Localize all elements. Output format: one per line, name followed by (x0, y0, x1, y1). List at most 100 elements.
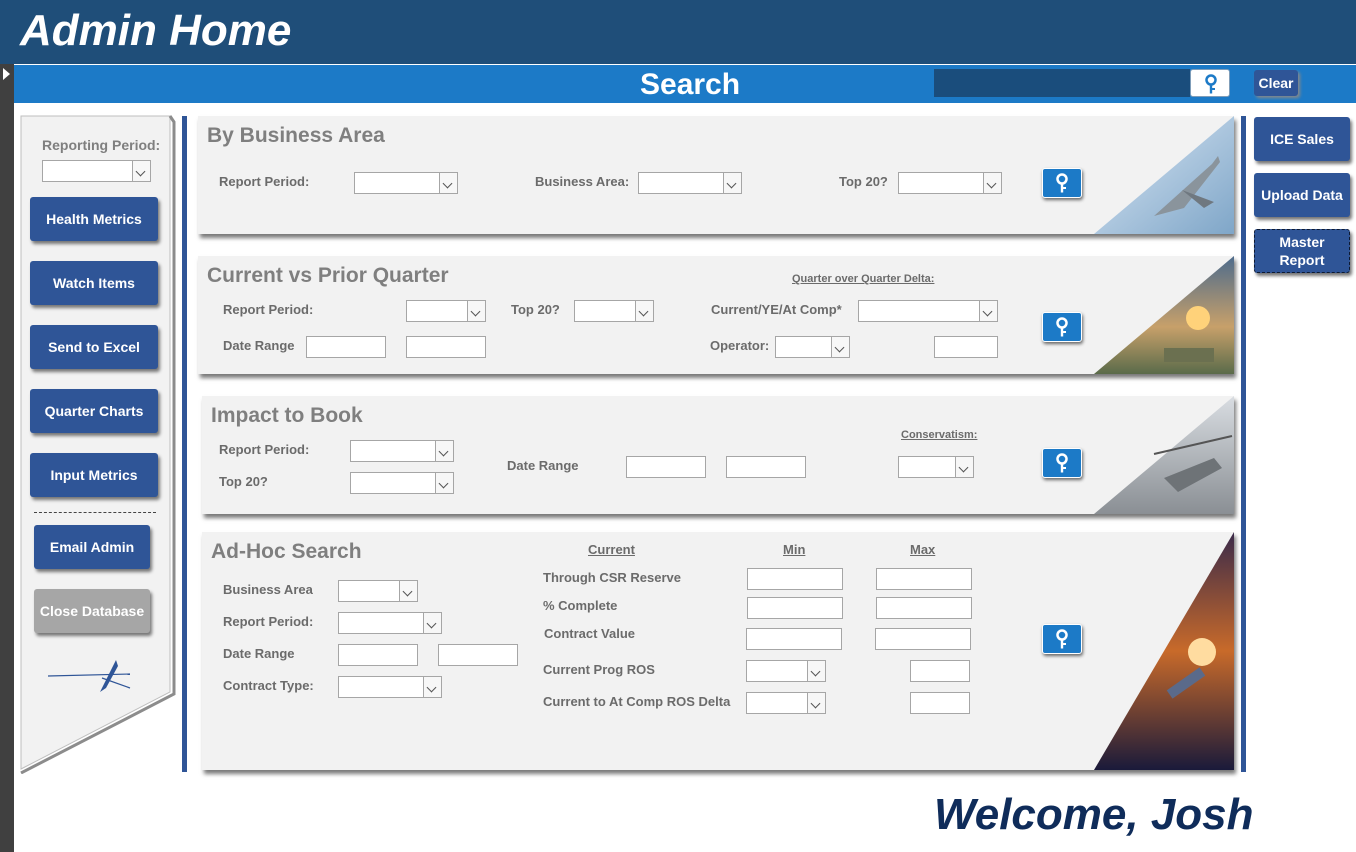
top20-select[interactable] (898, 172, 1002, 194)
chevron-down-icon (132, 161, 150, 181)
date-to-field[interactable] (406, 336, 486, 358)
key-icon (1056, 629, 1068, 649)
chevron-down-icon (831, 337, 849, 357)
contract-type-select[interactable] (338, 676, 442, 698)
business-area-label: Business Area (223, 582, 313, 597)
report-period-label: Report Period: (219, 174, 310, 189)
date-from-field[interactable] (306, 336, 386, 358)
record-selector[interactable] (0, 64, 14, 852)
business-area-select[interactable] (338, 580, 418, 602)
csr-reserve-min-field[interactable] (747, 568, 843, 590)
percent-complete-max-field[interactable] (876, 597, 972, 619)
chevron-down-icon (807, 661, 825, 681)
ros-delta-operator-select[interactable] (746, 692, 826, 714)
chevron-down-icon (423, 677, 441, 697)
chevron-down-icon (955, 457, 973, 477)
date-to-field[interactable] (726, 456, 806, 478)
page-title: Admin Home (20, 6, 292, 55)
search-title: Search (640, 68, 741, 101)
operator-label: Operator: (710, 338, 770, 353)
top20-label: Top 20? (511, 302, 560, 317)
left-divider (182, 116, 187, 772)
min-column-header: Min (783, 542, 806, 557)
chevron-down-icon (635, 301, 653, 321)
business-area-title: By Business Area (207, 124, 385, 147)
max-column-header: Max (910, 542, 936, 557)
master-report-button[interactable]: Master Report (1254, 229, 1350, 273)
welcome-message: Welcome, Josh (934, 790, 1254, 839)
chevron-down-icon (807, 693, 825, 713)
report-period-label: Report Period: (223, 302, 314, 317)
impact-search-button[interactable] (1042, 448, 1082, 478)
conservatism-select[interactable] (898, 456, 974, 478)
report-period-label: Report Period: (219, 442, 310, 457)
percent-complete-min-field[interactable] (747, 597, 843, 619)
clear-button[interactable]: Clear (1254, 70, 1298, 96)
right-divider (1241, 116, 1246, 772)
adhoc-search-button[interactable] (1042, 624, 1082, 654)
contract-value-min-field[interactable] (746, 628, 842, 650)
date-range-label: Date Range (223, 338, 295, 353)
report-period-select[interactable] (354, 172, 458, 194)
report-period-select[interactable] (338, 612, 442, 634)
logo-star-icon (47, 660, 131, 692)
key-icon (1056, 173, 1068, 193)
operator-select[interactable] (775, 336, 850, 358)
operator-value-field[interactable] (934, 336, 998, 358)
helicopter-image (1094, 396, 1234, 514)
health-metrics-button[interactable]: Health Metrics (30, 197, 158, 241)
chevron-down-icon (435, 441, 453, 461)
send-to-excel-button[interactable]: Send to Excel (30, 325, 158, 369)
contract-value-max-field[interactable] (875, 628, 971, 650)
quarter-charts-button[interactable]: Quarter Charts (30, 389, 158, 433)
top20-select[interactable] (350, 472, 454, 494)
date-from-field[interactable] (626, 456, 706, 478)
quarter-search-button[interactable] (1042, 312, 1082, 342)
business-area-search-button[interactable] (1042, 168, 1082, 198)
prog-ros-operator-select[interactable] (746, 660, 826, 682)
input-metrics-button[interactable]: Input Metrics (30, 453, 158, 497)
date-range-label: Date Range (223, 646, 295, 661)
date-to-field[interactable] (438, 644, 518, 666)
report-period-select[interactable] (406, 300, 486, 322)
quarter-delta-label: Quarter over Quarter Delta: (792, 273, 935, 285)
top20-label: Top 20? (219, 474, 268, 489)
date-from-field[interactable] (338, 644, 418, 666)
quarter-title: Current vs Prior Quarter (207, 264, 449, 287)
chevron-down-icon (399, 581, 417, 601)
ice-sales-button[interactable]: ICE Sales (1254, 117, 1350, 161)
chevron-down-icon (439, 173, 457, 193)
chevron-down-icon (467, 301, 485, 321)
missile-image (1094, 256, 1234, 374)
play-arrow-icon (3, 68, 10, 80)
prog-ros-label: Current Prog ROS (543, 662, 655, 677)
top20-label: Top 20? (839, 174, 888, 189)
upload-data-button[interactable]: Upload Data (1254, 173, 1350, 217)
chevron-down-icon (979, 301, 997, 321)
adhoc-title: Ad-Hoc Search (211, 540, 362, 563)
current-column-header: Current (588, 542, 635, 557)
comp-label: Current/YE/At Comp* (711, 302, 842, 317)
email-admin-button[interactable]: Email Admin (34, 525, 150, 569)
reporting-period-label: Reporting Period: (42, 137, 161, 153)
impact-title: Impact to Book (211, 404, 363, 427)
key-icon (1205, 74, 1217, 94)
satellite-image (1094, 532, 1234, 770)
chevron-down-icon (723, 173, 741, 193)
business-area-select[interactable] (638, 172, 742, 194)
ros-delta-value-field[interactable] (910, 692, 970, 714)
jet-image (1094, 116, 1234, 234)
key-icon (1056, 453, 1068, 473)
report-period-select[interactable] (350, 440, 454, 462)
key-icon (1056, 317, 1068, 337)
close-database-button[interactable]: Close Database (34, 589, 150, 633)
comp-select[interactable] (858, 300, 998, 322)
search-input[interactable] (934, 69, 1190, 97)
csr-reserve-max-field[interactable] (876, 568, 972, 590)
search-button[interactable] (1190, 69, 1230, 97)
prog-ros-value-field[interactable] (910, 660, 970, 682)
top20-select[interactable] (574, 300, 654, 322)
percent-complete-label: % Complete (543, 598, 618, 613)
reporting-period-select[interactable] (42, 160, 151, 182)
watch-items-button[interactable]: Watch Items (30, 261, 158, 305)
